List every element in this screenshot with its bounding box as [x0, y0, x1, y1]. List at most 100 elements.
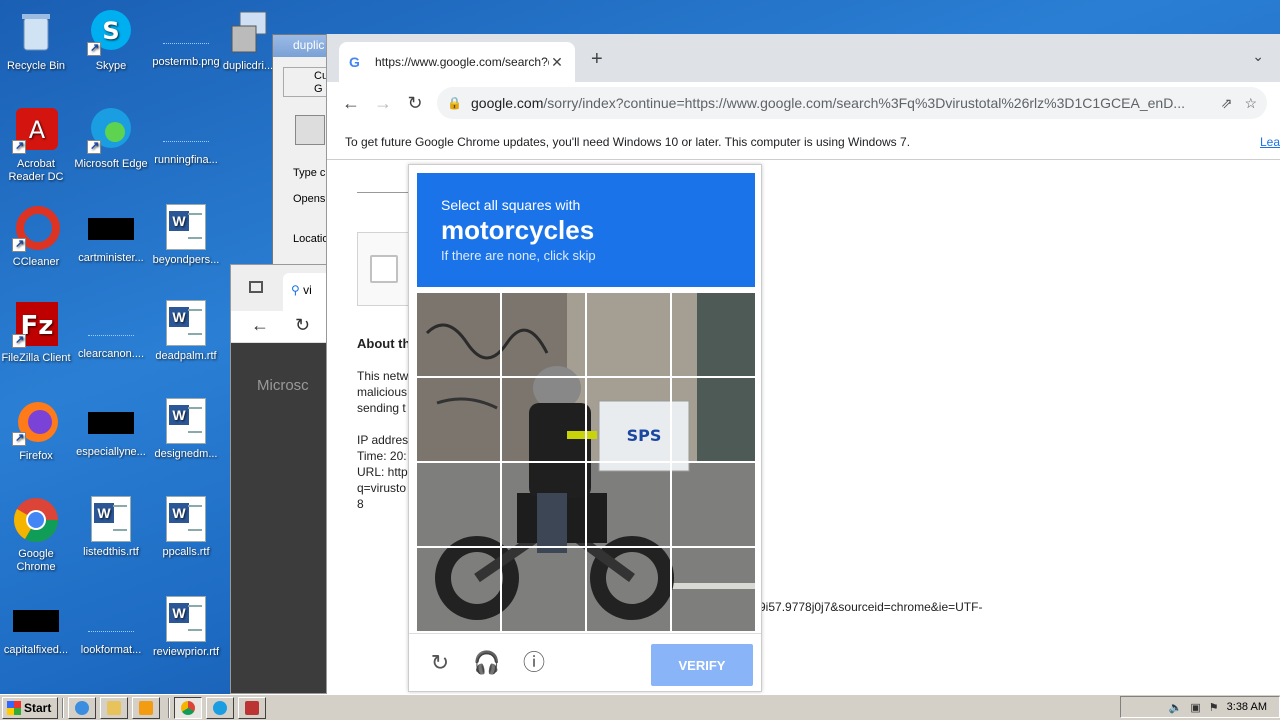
ccleaner-icon	[12, 204, 60, 252]
back-button[interactable]: ←	[335, 87, 367, 119]
address-bar[interactable]: 🔒 google.com/sorry/index?continue=https:…	[437, 87, 1267, 119]
desktop-icon-cartminister[interactable]: cartminister...	[73, 204, 149, 265]
internet-explorer-taskbar-icon[interactable]	[68, 696, 97, 719]
about-heading: About th	[357, 336, 411, 351]
challenge-tile[interactable]	[502, 463, 585, 546]
verify-button[interactable]: VERIFY	[651, 644, 753, 686]
clock[interactable]: 3:38 AM	[1227, 701, 1267, 713]
lock-icon[interactable]: 🔒	[447, 96, 462, 110]
browser-tab-active[interactable]: G https://www.google.com/search?q= ✕	[339, 42, 575, 82]
desktop-icon-ccleaner[interactable]: CCleaner	[0, 204, 74, 269]
reload-icon[interactable]: ↻	[295, 315, 310, 336]
desktop-icon-firefox[interactable]: Firefox	[0, 398, 74, 463]
volume-icon[interactable]: 🔈	[1169, 701, 1183, 714]
learn-more-link[interactable]: Lea	[1260, 135, 1280, 149]
desktop-icon-recycle-bin[interactable]: Recycle Bin	[0, 8, 74, 73]
firefox-icon	[12, 398, 60, 446]
desktop-icon-listedthis[interactable]: W listedthis.rtf	[73, 496, 149, 559]
desktop-icon-reviewprior[interactable]: W reviewprior.rtf	[148, 596, 224, 659]
challenge-tile[interactable]	[587, 548, 670, 631]
desktop-icon-deadpalm[interactable]: W deadpalm.rtf	[148, 300, 224, 363]
desktop-icon-label: ppcalls.rtf	[162, 546, 210, 558]
recaptcha-challenge[interactable]: Select all squares with motorcycles If t…	[408, 164, 762, 692]
desktop-icon-label: Firefox	[19, 450, 53, 462]
desktop-icon-label: designedm...	[154, 448, 218, 460]
desktop-icon-postermb[interactable]: postermb.png	[148, 8, 224, 69]
explorer-folder-taskbar-icon[interactable]	[100, 696, 129, 719]
svg-text:A: A	[29, 116, 46, 144]
desktop-icon-runningfina[interactable]: runningfina...	[148, 106, 224, 167]
challenge-tile[interactable]	[502, 548, 585, 631]
challenge-hint: If there are none, click skip	[441, 248, 596, 263]
word-document-icon: W	[166, 496, 206, 542]
challenge-tile[interactable]	[502, 378, 585, 461]
desktop-icon-google-chrome[interactable]: Google Chrome	[0, 496, 74, 574]
challenge-tile[interactable]	[417, 463, 500, 546]
word-document-icon: W	[166, 596, 206, 642]
desktop-icon-lookformat[interactable]: lookformat...	[73, 596, 149, 657]
challenge-tile[interactable]	[587, 293, 670, 376]
search-icon: ⚲	[291, 283, 300, 297]
reload-challenge-icon[interactable]: ↻	[427, 650, 453, 676]
desktop-icon-acrobat[interactable]: A Acrobat Reader DC	[0, 106, 74, 184]
url-continuation: 9i57.9778j0j7&sourceid=chrome&ie=UTF-	[759, 600, 983, 614]
tab-search-chevron-icon[interactable]: ⌄	[1252, 48, 1264, 65]
challenge-tile[interactable]	[587, 463, 670, 546]
system-tray: 🔈 ▣ ⚑ 3:38 AM	[1120, 696, 1280, 718]
background-browser-window[interactable]: ⚲ vi ← ↻ Microsc	[230, 264, 331, 694]
share-icon[interactable]: ⇗	[1221, 95, 1233, 112]
desktop-icon-label: Acrobat Reader DC	[8, 158, 64, 183]
text-line: 8	[357, 497, 364, 511]
challenge-tile[interactable]	[587, 378, 670, 461]
desktop-icon-capitalfixed[interactable]: capitalfixed...	[0, 596, 74, 657]
tab-actions-icon[interactable]	[249, 281, 263, 293]
dialog-label: Type c	[293, 167, 326, 179]
desktop-icon-especiallyne[interactable]: especiallyne...	[73, 398, 149, 459]
challenge-tile[interactable]	[672, 463, 755, 546]
challenge-tile[interactable]	[672, 378, 755, 461]
desktop-icon-label: runningfina...	[154, 154, 218, 166]
taskbar: Start 🔈 ▣ ⚑ 3:38 AM	[0, 694, 1280, 720]
edge-taskbar-icon[interactable]	[206, 696, 235, 719]
svg-text:S: S	[102, 17, 119, 45]
browser-tab[interactable]: ⚲ vi	[283, 273, 331, 311]
desktop-icon-designedm[interactable]: W designedm...	[148, 398, 224, 461]
desktop-icon-duplicdri[interactable]: duplicdri...	[218, 8, 278, 73]
forward-button[interactable]: →	[367, 87, 399, 119]
installer-taskbar-icon[interactable]	[238, 696, 267, 719]
challenge-instruction: Select all squares with	[441, 197, 581, 213]
desktop-icon-ppcalls[interactable]: W ppcalls.rtf	[148, 496, 224, 559]
info-icon[interactable]: ⓘ	[521, 650, 547, 676]
challenge-tile[interactable]	[417, 548, 500, 631]
text-line: sending t	[357, 401, 406, 415]
recaptcha-checkbox[interactable]	[370, 255, 398, 283]
challenge-tile[interactable]	[672, 293, 755, 376]
url-path: /sorry/index?continue=https://www.google…	[543, 95, 1185, 111]
challenge-tile[interactable]	[417, 378, 500, 461]
dialog-label: Locatio	[293, 233, 329, 245]
reload-button[interactable]: ↻	[399, 87, 431, 119]
skype-icon: S	[87, 8, 135, 56]
bookmark-star-icon[interactable]: ☆	[1244, 95, 1257, 112]
back-arrow-icon[interactable]: ←	[251, 315, 269, 336]
start-button[interactable]: Start	[2, 696, 59, 719]
desktop-icon-clearcanon[interactable]: clearcanon....	[73, 300, 149, 361]
desktop-icon-skype[interactable]: S Skype	[73, 8, 149, 73]
word-document-icon: W	[166, 300, 206, 346]
action-center-flag-icon[interactable]: ⚑	[1209, 701, 1219, 714]
windows-logo-icon	[7, 700, 21, 715]
challenge-tile[interactable]	[417, 293, 500, 376]
chrome-taskbar-icon[interactable]	[174, 696, 203, 719]
desktop-icon-label: CCleaner	[12, 256, 60, 268]
new-tab-button[interactable]: +	[591, 48, 603, 71]
network-icon[interactable]: ▣	[1190, 701, 1200, 714]
edge-icon	[87, 106, 135, 154]
audio-challenge-icon[interactable]: 🎧	[473, 650, 500, 676]
desktop-icon-microsoft-edge[interactable]: Microsoft Edge	[73, 106, 149, 171]
media-player-taskbar-icon[interactable]	[132, 696, 161, 719]
desktop-icon-beyondpers[interactable]: W beyondpers...	[148, 204, 224, 267]
close-tab-icon[interactable]: ✕	[549, 54, 565, 71]
challenge-tile[interactable]	[502, 293, 585, 376]
desktop-icon-filezilla[interactable]: Fz FileZilla Client	[0, 300, 74, 365]
challenge-tile[interactable]	[672, 548, 755, 631]
